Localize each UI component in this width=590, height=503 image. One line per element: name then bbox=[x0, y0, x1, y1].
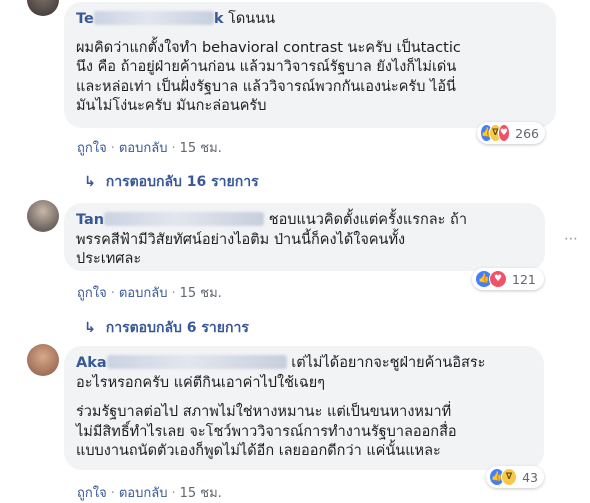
comment-actions: ถูกใจ · ตอบกลับ · 15 ชม. bbox=[77, 141, 222, 156]
avatar[interactable] bbox=[27, 344, 59, 376]
comment-actions: ถูกใจ · ตอบกลับ · 15 ชม. bbox=[77, 286, 222, 301]
like-link[interactable]: ถูกใจ bbox=[77, 486, 107, 501]
haha-reaction-icon: ∇ bbox=[501, 468, 518, 486]
more-horizontal-icon[interactable]: ⋯ bbox=[564, 231, 578, 247]
reaction-summary[interactable]: 👍 ∇ 43 bbox=[486, 466, 544, 488]
like-link[interactable]: ถูกใจ bbox=[77, 286, 107, 301]
reply-link[interactable]: ตอบกลับ bbox=[119, 141, 168, 156]
reaction-summary[interactable]: 👍 ♥ 121 bbox=[472, 268, 544, 290]
reply-arrow-icon: ↳ bbox=[84, 320, 96, 336]
comment-author[interactable]: Tan bbox=[76, 212, 265, 228]
view-replies-link[interactable]: ↳ การตอบกลับ 16 รายการ bbox=[84, 171, 259, 193]
reply-link[interactable]: ตอบกลับ bbox=[119, 486, 168, 501]
comment-author[interactable]: Aka bbox=[76, 355, 287, 371]
love-reaction-icon: ♥ bbox=[497, 124, 511, 142]
timestamp[interactable]: 15 ชม. bbox=[180, 286, 222, 301]
avatar[interactable] bbox=[27, 200, 59, 232]
like-link[interactable]: ถูกใจ bbox=[77, 141, 107, 156]
avatar[interactable] bbox=[27, 0, 59, 16]
timestamp[interactable]: 15 ชม. bbox=[180, 141, 222, 156]
reply-arrow-icon: ↳ bbox=[84, 174, 96, 190]
comment-bubble: Aka เต่ไม่ได้อยากจะชูฝ่ายค้านอิสระ อะไรห… bbox=[64, 346, 544, 470]
view-replies-link[interactable]: ↳ การตอบกลับ 6 รายการ bbox=[84, 317, 249, 339]
comment-author[interactable]: Te k bbox=[76, 11, 223, 27]
comment-bubble: Tan ชอบแนวคิดตั้งแต่ครั้งแรกละ ถ้า พรรคส… bbox=[64, 203, 545, 271]
reply-link[interactable]: ตอบกลับ bbox=[119, 286, 168, 301]
comment-text: Te k โดนนน ผมคิดว่าแกตั้งใจทำ behavioral … bbox=[76, 11, 461, 114]
replies-label: การตอบกลับ 16 รายการ bbox=[105, 174, 259, 190]
reaction-summary[interactable]: 👍 ∇ ♥ 266 bbox=[477, 122, 545, 144]
comment-bubble: Te k โดนนน ผมคิดว่าแกตั้งใจทำ behavioral … bbox=[64, 2, 556, 128]
replies-label: การตอบกลับ 6 รายการ bbox=[105, 320, 249, 336]
reaction-count: 121 bbox=[512, 271, 536, 287]
timestamp[interactable]: 15 ชม. bbox=[180, 486, 222, 501]
reaction-count: 43 bbox=[522, 469, 538, 485]
love-reaction-icon: ♥ bbox=[489, 270, 507, 288]
reaction-count: 266 bbox=[515, 125, 539, 141]
